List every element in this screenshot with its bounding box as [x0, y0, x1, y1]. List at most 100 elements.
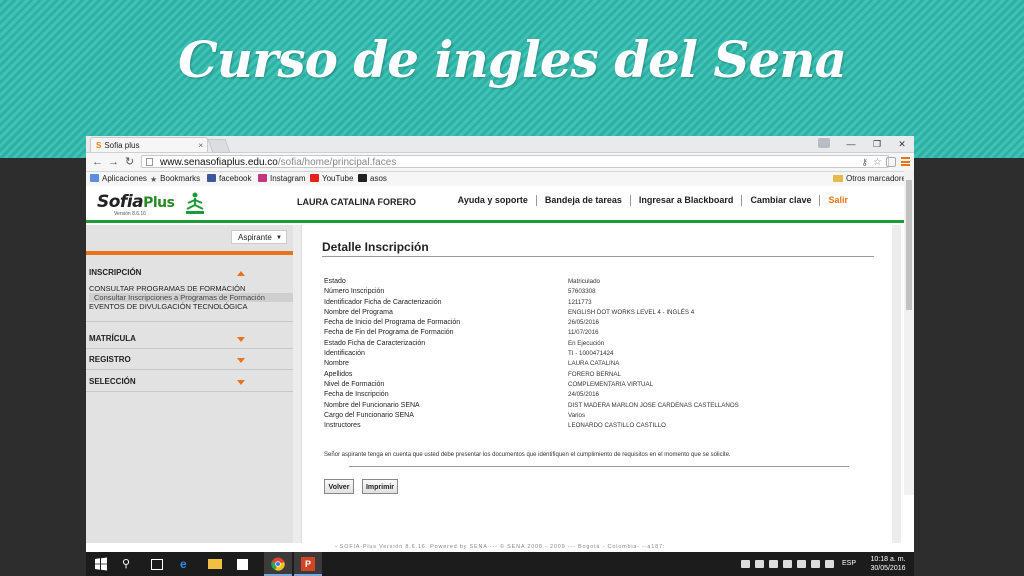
site-header: SofiaPlus Versión 8.6.16 LAURA CATALINA …: [86, 186, 914, 220]
page-footer: - SOFIA-Plus Versión 8.6.16. Powered by …: [86, 543, 914, 552]
battery-icon[interactable]: [769, 560, 778, 568]
detail-row: Número Inscripción 57603308: [324, 287, 884, 297]
sidebar-section-matricula[interactable]: MATRÍCULA: [86, 331, 293, 347]
onedrive-icon[interactable]: [811, 560, 820, 568]
browser-tab[interactable]: S Sofia plus ×: [90, 137, 208, 152]
sidebar-section-registro[interactable]: REGISTRO: [86, 352, 293, 368]
detail-value: Varios: [568, 411, 586, 419]
sidebar-section-seleccion[interactable]: SELECCIÓN: [86, 374, 293, 390]
sidebar-item-consultar-programas[interactable]: CONSULTAR PROGRAMAS DE FORMACIÓN: [89, 284, 245, 293]
powerpoint-taskbar-button[interactable]: P: [294, 552, 322, 576]
asos-icon: [358, 174, 367, 182]
address-bar-row: ← → ↻ www.senasofiaplus.edu.co/sofia/hom…: [86, 153, 914, 172]
sofia-favicon-icon: S: [96, 141, 102, 150]
people-icon[interactable]: [741, 560, 750, 568]
taskbar-clock[interactable]: 10:18 a. m. 30/05/2016: [866, 555, 910, 573]
tab-title: Sofia plus: [104, 141, 140, 150]
bookmark-star-icon[interactable]: ☆: [873, 156, 882, 169]
detail-value: 1211773: [568, 298, 592, 306]
url-input[interactable]: www.senasofiaplus.edu.co/sofia/home/prin…: [141, 155, 889, 168]
close-window-icon[interactable]: ✕: [890, 136, 914, 152]
sidebar-item-consultar-inscripciones[interactable]: Consultar Inscripciones a Programas de F…: [89, 293, 293, 302]
nav-cambiar-clave[interactable]: Cambiar clave: [742, 195, 821, 206]
detail-label: Estado: [324, 278, 346, 285]
close-tab-icon[interactable]: ×: [198, 138, 203, 153]
bookmark-apps[interactable]: Aplicaciones: [90, 172, 147, 186]
sofia-plus-logo[interactable]: SofiaPlus: [97, 192, 175, 212]
detail-row: Fecha de Inicio del Programa de Formació…: [324, 318, 884, 328]
windows-start-icon[interactable]: [94, 557, 108, 571]
sidebar-item-eventos[interactable]: EVENTOS DE DIVULGACIÓN TECNOLÓGICA: [89, 302, 248, 311]
browser-menu-icon[interactable]: [901, 157, 910, 166]
imprimir-button[interactable]: Imprimir: [362, 479, 398, 494]
search-icon[interactable]: ⚲: [122, 557, 136, 571]
extension-icon[interactable]: [886, 157, 896, 167]
sena-logo-icon: [186, 192, 204, 214]
page-title: Detalle Inscripción: [322, 240, 429, 254]
sidebar-splitter[interactable]: [293, 225, 301, 550]
logo-version: Versión 8.6.16: [114, 211, 146, 217]
other-bookmarks[interactable]: Otros marcadores: [832, 172, 910, 186]
detail-label: Fecha de Fin del Programa de Formación: [324, 329, 454, 337]
page-scrollbar[interactable]: [904, 170, 914, 495]
clock-date: 30/05/2016: [870, 565, 906, 572]
detail-value: FORERO BERNAL: [568, 370, 621, 378]
role-select[interactable]: Aspirante ▼: [231, 230, 287, 244]
collapse-arrow-icon: [237, 271, 245, 276]
bookmark-facebook[interactable]: facebook: [207, 172, 251, 186]
profile-icon[interactable]: [818, 138, 830, 148]
forward-icon[interactable]: →: [108, 153, 119, 171]
scrollbar-thumb[interactable]: [906, 180, 912, 310]
detail-label: Fecha de Inscripción: [324, 391, 389, 399]
detail-row: Estado Matriculado: [324, 277, 884, 287]
notification-icon[interactable]: [825, 560, 834, 568]
sidebar-section-inscripcion[interactable]: INSCRIPCIÓN: [86, 265, 293, 281]
apps-grid-icon: [90, 174, 99, 182]
detail-table: Estado Matriculado Número Inscripción 57603…: [324, 277, 884, 431]
file-explorer-icon[interactable]: [208, 559, 222, 569]
detail-row: Apellidos FORERO BERNAL: [324, 370, 884, 380]
nav-blackboard[interactable]: Ingresar a Blackboard: [631, 195, 743, 206]
network-icon[interactable]: [783, 560, 792, 568]
nav-salir[interactable]: Salir: [820, 195, 856, 206]
task-view-icon[interactable]: [151, 559, 163, 570]
key-icon[interactable]: ⚷: [861, 156, 868, 169]
bookmark-asos[interactable]: asos: [358, 172, 387, 186]
nav-ayuda[interactable]: Ayuda y soporte: [450, 195, 537, 206]
store-icon[interactable]: [237, 559, 248, 570]
back-icon[interactable]: ←: [92, 153, 103, 171]
tray-arrow-icon[interactable]: [755, 560, 764, 568]
bookmark-bookmarks[interactable]: ★ Bookmarks: [150, 172, 200, 186]
main-content: Detalle Inscripción Estado Matriculado Núm…: [301, 225, 901, 550]
header-green-line: [86, 220, 904, 223]
reload-icon[interactable]: ↻: [125, 153, 134, 171]
slide-title: Curso de ingles del Sena: [177, 30, 847, 89]
nav-bandeja[interactable]: Bandeja de tareas: [537, 195, 631, 206]
new-tab-button[interactable]: [207, 139, 231, 153]
youtube-icon: [310, 174, 319, 182]
detail-value: Matriculado: [568, 278, 600, 285]
restore-icon[interactable]: ❐: [864, 136, 890, 152]
detalle-panel: Detalle Inscripción Estado Matriculado Núm…: [301, 225, 892, 543]
bookmark-youtube[interactable]: YouTube: [310, 172, 353, 186]
detail-label: Estado Ficha de Caracterización: [324, 339, 426, 347]
sidebar-divider: [86, 348, 293, 349]
volume-icon[interactable]: [797, 560, 806, 568]
volver-button[interactable]: Volver: [324, 479, 354, 494]
language-indicator[interactable]: ESP: [842, 560, 856, 567]
detail-label: Nivel de Formación: [324, 380, 385, 388]
tab-bar: S Sofia plus × — ❐ ✕: [86, 136, 914, 153]
detail-value: 26/05/2016: [568, 319, 599, 327]
minimize-icon[interactable]: —: [838, 136, 864, 152]
chrome-icon: [271, 557, 285, 571]
bookmarks-bar: Aplicaciones ★ Bookmarks facebook Instagr…: [86, 172, 914, 187]
detail-row: Cargo del Funcionario SENA Varios: [324, 411, 884, 421]
sidebar-orange-bar: [86, 251, 293, 255]
detail-value: LAURA CATALINA: [568, 360, 620, 368]
detail-label: Identificador Ficha de Caracterización: [324, 298, 442, 306]
edge-icon[interactable]: e: [180, 557, 194, 571]
bookmark-instagram[interactable]: Instagram: [258, 172, 306, 186]
detail-label: Identificación: [324, 350, 365, 358]
chrome-taskbar-button[interactable]: [264, 552, 292, 576]
detail-row: Identificación TI - 1000471424: [324, 349, 884, 359]
